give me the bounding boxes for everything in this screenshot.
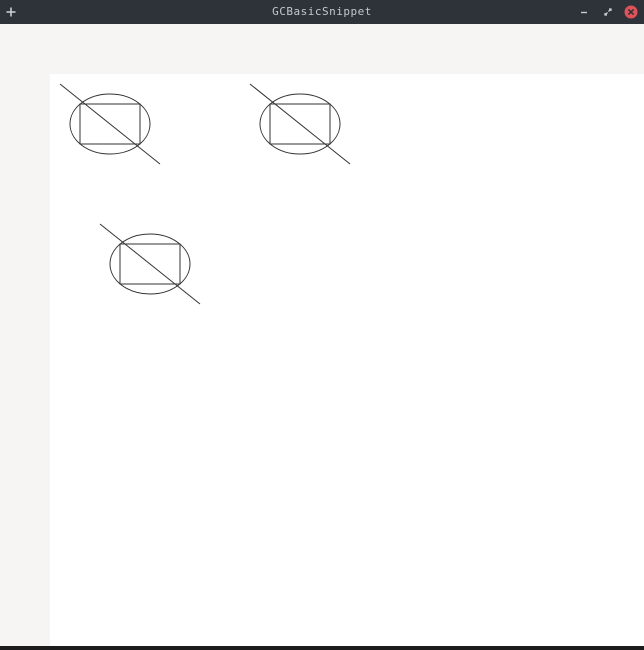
shape-group-2: [249, 83, 351, 165]
close-icon: [624, 5, 638, 19]
line-shape: [99, 223, 201, 305]
close-button[interactable]: [623, 4, 639, 20]
canvas-drawing: [59, 83, 351, 305]
maximize-icon: [604, 8, 612, 16]
minimize-button[interactable]: [576, 4, 592, 20]
shape-group-3: [99, 223, 201, 305]
bottom-border: [0, 646, 644, 650]
minimize-icon: [581, 11, 587, 14]
line-shape: [59, 83, 161, 165]
window-title: GCBasicSnippet: [272, 5, 372, 18]
maximize-button[interactable]: [600, 4, 616, 20]
title-bar[interactable]: GCBasicSnippet: [0, 0, 644, 24]
drawing-canvas[interactable]: [50, 74, 644, 646]
line-shape: [249, 83, 351, 165]
shape-group-1: [59, 83, 161, 165]
application-window: GCBasicSnippet: [0, 0, 644, 650]
client-area: [0, 24, 644, 646]
